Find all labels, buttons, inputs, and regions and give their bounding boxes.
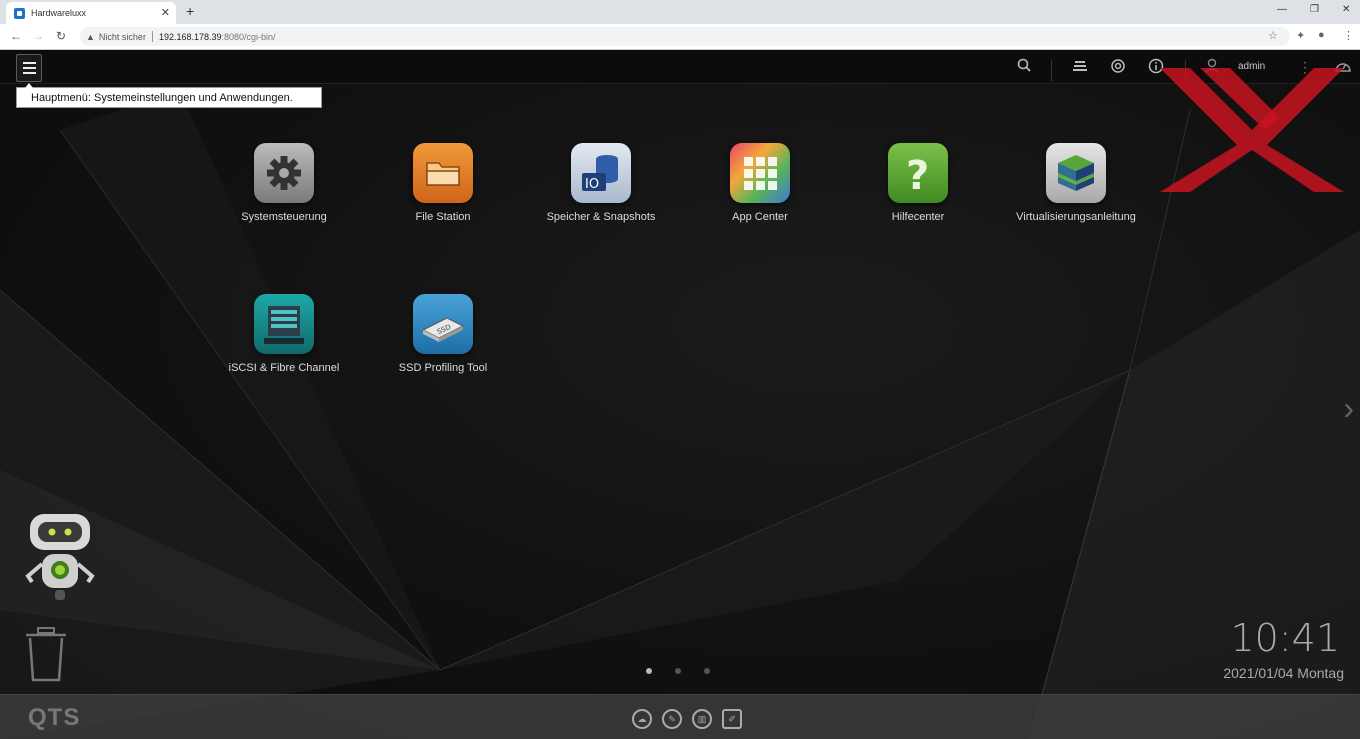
myqnapcloud-icon[interactable]: ☁ [632,709,652,729]
svg-text:IO: IO [585,177,599,192]
ssd-icon: SSD [413,294,473,354]
page-dot[interactable] [646,668,652,674]
folder-icon [413,143,473,203]
divider [1051,60,1052,82]
dock-icons: ☁ ✎ ▥ ✐ [632,709,742,729]
svg-text:?: ? [906,153,929,199]
browser-tab-bar: Hardwareluxx ✕ + — ❐ ✕ [0,0,1360,24]
app-label: Virtualisierungsanleitung [1016,211,1136,223]
url-host: 192.168.178.39 [158,31,222,42]
trash-icon[interactable] [24,626,68,682]
utility-icon[interactable]: ✎ [662,709,682,729]
qboost-robot-icon[interactable] [22,512,98,604]
warning-icon: ▲ [86,31,95,42]
divider [151,31,153,42]
cube-icon [1046,143,1106,203]
app-label: Speicher & Snapshots [546,211,656,223]
window-close-button[interactable]: ✕ [1342,4,1350,15]
watermark-logo [1160,68,1344,192]
back-arrow-icon[interactable]: ← [10,29,22,43]
qts-desktop: admin ⋮ Hauptmenü: Systemeinstellungen u… [0,50,1360,739]
app-label: File Station [415,211,471,223]
app-label: iSCSI & Fibre Channel [228,362,340,374]
sync-icon[interactable] [1109,58,1127,76]
star-icon[interactable]: ☆ [1268,29,1278,42]
window-restore-button[interactable]: ❐ [1310,4,1319,15]
server-icon [254,294,314,354]
app-hilfecenter[interactable]: ? Hilfecenter [833,143,1003,223]
app-label: SSD Profiling Tool [398,362,488,374]
qnap-favicon-icon [14,7,25,19]
window-minimize-button[interactable]: — [1277,4,1287,15]
page-dot[interactable] [704,668,710,674]
profile-icon[interactable]: ● [1318,29,1325,41]
app-app-center[interactable]: App Center [675,143,845,223]
more-menu-icon[interactable]: ⋮ [1343,29,1354,42]
forward-arrow-icon[interactable]: → [32,29,44,43]
page-dot[interactable] [675,668,681,674]
browser-address-bar: ← → ↻ ▲ Nicht sicher 192.168.178.39:8080… [0,24,1360,50]
page-indicator [646,668,710,674]
task-stack-icon[interactable] [1071,58,1089,76]
app-ssd-profiling-tool[interactable]: SSD SSD Profiling Tool [358,294,528,374]
reload-icon[interactable]: ↻ [56,29,66,43]
clock-date: 2021/01/04 Montag [1223,665,1344,681]
hamburger-icon [22,62,36,64]
tab-close-icon[interactable]: ✕ [161,6,170,19]
app-file-station[interactable]: File Station [358,143,528,223]
app-speicher-snapshots[interactable]: IO Speicher & Snapshots [516,143,686,223]
qts-logo: QTS [28,704,81,731]
new-tab-button[interactable]: + [186,3,194,19]
extensions-icon[interactable]: ✦ [1296,29,1305,42]
app-virtualisierungsanleitung[interactable]: Virtualisierungsanleitung [991,143,1161,223]
feedback-icon[interactable]: ✐ [722,709,742,729]
main-menu-button[interactable] [16,54,42,82]
url-field[interactable]: ▲ Nicht sicher 192.168.178.39:8080/cgi-b… [80,27,1290,46]
browser-tab[interactable]: Hardwareluxx ✕ [6,2,176,24]
storage-icon: IO [571,143,631,203]
app-iscsi-fibre-channel[interactable]: iSCSI & Fibre Channel [199,294,369,374]
app-label: Systemsteuerung [241,211,327,223]
dock-bar: QTS ☁ ✎ ▥ ✐ [0,694,1360,739]
help-icon: ? [888,143,948,203]
app-systemsteuerung[interactable]: Systemsteuerung [199,143,369,223]
next-page-arrow-icon[interactable]: › [1343,390,1354,427]
security-label: Nicht sicher [98,31,146,42]
manual-icon[interactable]: ▥ [692,709,712,729]
app-label: Hilfecenter [891,211,945,223]
app-grid-icon [730,143,790,203]
clock-time: 10:41 [1230,616,1340,660]
app-label: App Center [732,211,788,223]
main-menu-tooltip: Hauptmenü: Systemeinstellungen und Anwen… [16,83,322,108]
gear-icon [254,143,314,203]
search-icon[interactable] [1015,58,1033,76]
qts-topbar: admin ⋮ [0,50,1360,84]
tab-title: Hardwareluxx [31,8,87,18]
url-path: :8080/cgi-bin/ [221,31,276,42]
